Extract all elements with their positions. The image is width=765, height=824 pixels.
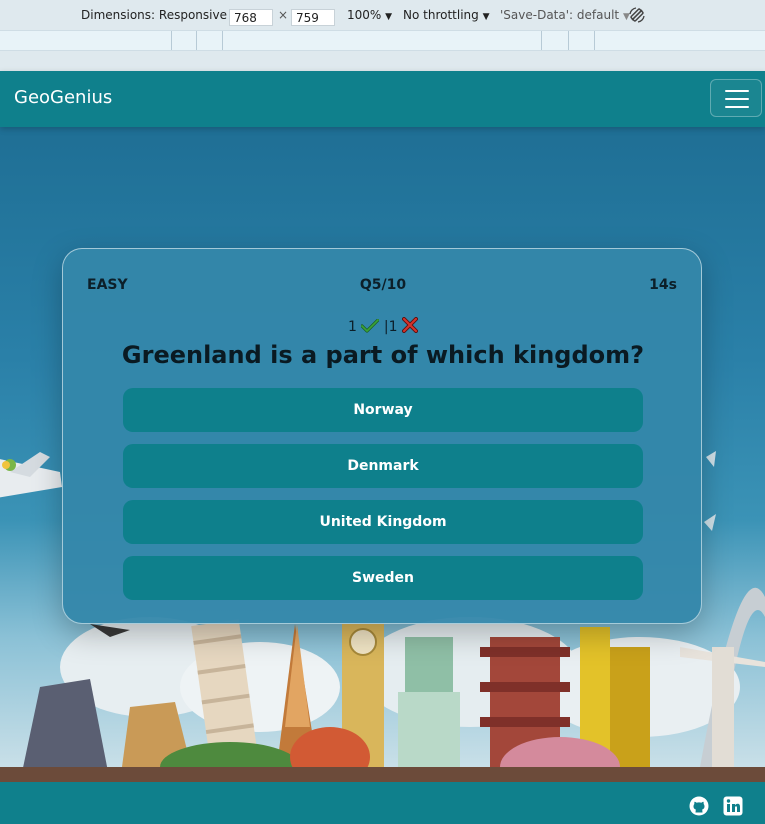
rotate-icon[interactable] bbox=[627, 5, 647, 28]
score-tally: 1 |1 bbox=[63, 317, 703, 337]
app-navbar: GeoGenius bbox=[0, 71, 765, 127]
chevron-down-icon: ▼ bbox=[482, 12, 490, 22]
times-sign: × bbox=[278, 8, 289, 22]
linkedin-icon[interactable] bbox=[723, 796, 743, 816]
quiz-card: EASY Q5/10 14s 1 |1 Greenland is a part … bbox=[62, 248, 702, 624]
throttling-label: No throttling bbox=[403, 8, 479, 22]
cross-icon bbox=[401, 317, 418, 337]
github-icon[interactable] bbox=[689, 796, 709, 816]
hamburger-menu-icon[interactable] bbox=[710, 79, 762, 117]
correct-count: 1 bbox=[348, 319, 357, 335]
zoom-dropdown[interactable]: 100% ▼ bbox=[347, 8, 392, 22]
timer: 14s bbox=[649, 277, 677, 293]
dimensions-label: Dimensions: Responsive bbox=[81, 8, 227, 22]
question-text: Greenland is a part of which kingdom? bbox=[121, 341, 645, 369]
chevron-down-icon: ▼ bbox=[385, 12, 393, 22]
wrong-count: 1 bbox=[388, 319, 398, 335]
save-data-label: 'Save-Data': default bbox=[500, 8, 620, 22]
save-data-dropdown[interactable]: 'Save-Data': default ▼ bbox=[500, 8, 630, 22]
devtools-row: Dimensions: Responsive ▼ 768 × 759 100% … bbox=[0, 4, 765, 30]
media-query-ruler[interactable] bbox=[0, 30, 765, 51]
zoom-label: 100% bbox=[347, 8, 382, 22]
check-icon bbox=[360, 318, 381, 337]
brand-logo[interactable]: GeoGenius bbox=[14, 87, 112, 108]
height-input[interactable]: 759 bbox=[291, 9, 335, 26]
answer-option-1[interactable]: Norway bbox=[123, 388, 643, 432]
app-footer bbox=[0, 782, 765, 824]
answer-option-2[interactable]: Denmark bbox=[123, 444, 643, 488]
width-input[interactable]: 768 bbox=[229, 9, 273, 26]
dimensions-dropdown[interactable]: Dimensions: Responsive ▼ bbox=[81, 8, 238, 22]
devtools-toolbar: Dimensions: Responsive ▼ 768 × 759 100% … bbox=[0, 0, 765, 72]
airplane-icon bbox=[0, 452, 62, 498]
question-progress: Q5/10 bbox=[359, 277, 407, 293]
answer-option-4[interactable]: Sweden bbox=[123, 556, 643, 600]
answer-option-3[interactable]: United Kingdom bbox=[123, 500, 643, 544]
throttling-dropdown[interactable]: No throttling ▼ bbox=[403, 8, 490, 22]
